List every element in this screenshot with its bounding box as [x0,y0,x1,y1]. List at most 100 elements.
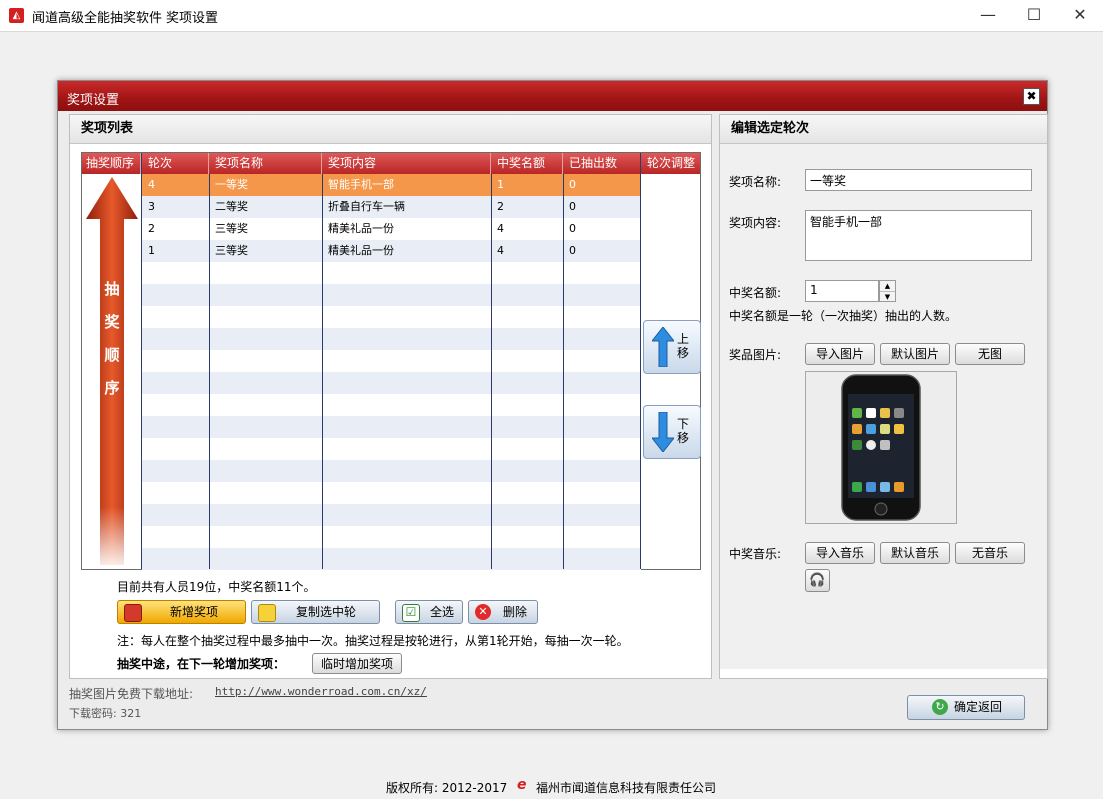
download-password: 下载密码: 321 [69,707,142,720]
delete-icon: ✕ [475,604,491,620]
default-image-button[interactable]: 默认图片 [880,343,950,365]
quota-spinner-input[interactable]: 1 [805,280,879,302]
empty-row [142,262,641,284]
quota-hint: 中奖名额是一轮（一次抽奖）抽出的人数。 [729,309,958,323]
dialog-close-button[interactable]: ✖ [1023,88,1040,105]
table-cell: 2 [148,222,155,235]
table-cell: 智能手机一部 [328,178,394,191]
window-section-title: 奖项设置 [166,11,219,26]
select-all-button[interactable]: ☑ 全选 [395,600,463,624]
minimize-button[interactable]: — [965,0,1011,31]
app-title: 闻道高级全能抽奖软件 [32,11,163,26]
table-cell: 4 [497,222,504,235]
prize-grid: 抽奖顺序 抽 奖 顺 序 轮次 奖项名称 奖项内容 中奖名额 已抽出数 4 一等… [81,152,701,570]
prize-content-textarea[interactable]: 智能手机一部 [805,210,1032,261]
close-window-button[interactable]: ✕ [1057,0,1103,31]
confirm-return-button[interactable]: ↻ 确定返回 [907,695,1025,720]
table-row[interactable]: 4 一等奖 智能手机一部 1 0 [142,174,641,196]
order-column-header: 抽奖顺序 [82,153,141,174]
column-header-content[interactable]: 奖项内容 [322,153,491,174]
table-row[interactable]: 1 三等奖 精美礼品一份 4 0 [142,240,641,262]
maximize-button[interactable]: ☐ [1011,0,1057,31]
add-prize-button[interactable]: 新增奖项 [117,600,246,624]
order-char: 顺 [104,346,120,364]
table-cell: 三等奖 [215,244,248,257]
prize-table[interactable]: 轮次 奖项名称 奖项内容 中奖名额 已抽出数 4 一等奖 智能手机一部 1 0 3 二等奖 折… [142,153,641,570]
move-up-label: 上 移 [677,332,690,360]
prize-image-label: 奖品图片: [729,348,782,362]
prize-list-title: 奖项列表 [70,115,711,144]
mid-add-label: 抽奖中途，在下一轮增加奖项： [117,657,286,671]
import-music-button[interactable]: 导入音乐 [805,542,875,564]
copy-round-button[interactable]: 复制选中轮 [251,600,380,624]
table-row[interactable]: 2 三等奖 精美礼品一份 4 0 [142,218,641,240]
empty-row [142,548,641,570]
prize-content-label: 奖项内容: [729,216,782,230]
empty-row [142,284,641,306]
table-cell: 三等奖 [215,222,248,235]
arrow-down-icon [652,412,674,452]
column-header-round[interactable]: 轮次 [142,153,209,174]
order-char: 序 [104,379,120,397]
table-row[interactable]: 3 二等奖 折叠自行车一辆 2 0 [142,196,641,218]
table-cell: 0 [569,200,576,213]
headphones-icon[interactable]: 🎧 [805,569,830,592]
delete-button[interactable]: ✕ 删除 [468,600,538,624]
dialog-title: 奖项设置 [67,93,120,108]
column-header-name[interactable]: 奖项名称 [209,153,322,174]
table-cell: 一等奖 [215,178,248,191]
empty-row [142,394,641,416]
table-cell: 1 [148,244,155,257]
table-cell: 0 [569,222,576,235]
copy-icon [258,604,276,622]
empty-row [142,438,641,460]
empty-row [142,482,641,504]
order-char: 抽 [104,280,120,298]
empty-row [142,460,641,482]
spinner-up-icon[interactable]: ▲ [880,281,895,292]
prize-image-preview [805,371,957,524]
empty-row [142,504,641,526]
order-char: 奖 [104,313,120,331]
window-titlebar: ◭ 闻道高级全能抽奖软件 奖项设置 — ☐ ✕ [0,0,1103,32]
spinner-down-icon[interactable]: ▼ [880,292,895,302]
edit-round-panel: 编辑选定轮次 奖项名称: 一等奖 奖项内容: 智能手机一部 中奖名额: 1 ▲ … [719,114,1048,679]
prize-settings-dialog: 奖项设置 ✖ 奖项列表 抽奖顺序 抽 奖 顺 序 轮次 奖项名称 奖项内容 中奖… [57,80,1048,730]
empty-row [142,306,641,328]
prize-list-panel: 奖项列表 抽奖顺序 抽 奖 顺 序 轮次 奖项名称 奖项内容 中奖名额 已抽出数… [69,114,712,679]
prize-name-input[interactable]: 一等奖 [805,169,1032,191]
copyright-text: 版权所有: 2012-2017 [386,781,508,795]
table-cell: 3 [148,200,155,213]
dialog-header: 奖项设置 ✖ [58,81,1047,111]
empty-row [142,526,641,548]
prize-name-label: 奖项名称: [729,175,782,189]
table-cell: 0 [569,178,576,191]
move-down-label: 下 移 [677,417,690,445]
default-music-button[interactable]: 默认音乐 [880,542,950,564]
prize-music-label: 中奖音乐: [729,547,782,561]
empty-row [142,416,641,438]
no-music-button[interactable]: 无音乐 [955,542,1025,564]
table-cell: 折叠自行车一辆 [328,200,405,213]
empty-row [142,372,641,394]
smartphone-image [841,374,921,521]
temporary-add-prize-button[interactable]: 临时增加奖项 [312,653,402,674]
no-image-button[interactable]: 无图 [955,343,1025,365]
table-cell: 精美礼品一份 [328,244,394,257]
move-up-button[interactable]: 上 移 [643,320,701,374]
download-label: 抽奖图片免费下载地址: [69,687,194,701]
table-cell: 精美礼品一份 [328,222,394,235]
quota-spinner-buttons[interactable]: ▲ ▼ [879,280,896,302]
download-link[interactable]: http://www.wonderroad.com.cn/xz/ [215,685,427,698]
gift-icon [124,604,142,622]
column-header-drawn[interactable]: 已抽出数 [563,153,641,174]
move-down-button[interactable]: 下 移 [643,405,701,459]
prize-summary: 目前共有人员19位，中奖名额11个。 [117,580,316,594]
import-image-button[interactable]: 导入图片 [805,343,875,365]
company-name: 福州市闻道信息科技有限责任公司 [536,781,717,795]
quota-label: 中奖名额: [729,286,782,300]
table-cell: 0 [569,244,576,257]
table-cell: 4 [497,244,504,257]
refresh-icon: ↻ [932,699,948,715]
column-header-quota[interactable]: 中奖名额 [491,153,563,174]
